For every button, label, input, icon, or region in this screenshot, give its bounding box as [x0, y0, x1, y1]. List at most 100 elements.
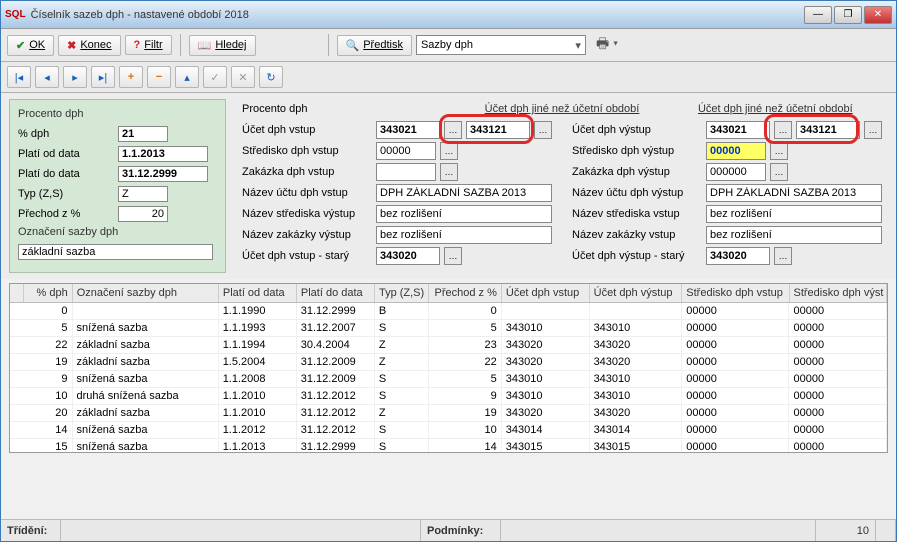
cross-icon: ✖: [67, 39, 76, 52]
lookup-icon[interactable]: …: [864, 121, 882, 139]
grid-cell: 343020: [590, 354, 683, 370]
grid-cell: snížená sazba: [73, 371, 219, 387]
nav-first-button[interactable]: |◂: [7, 66, 31, 88]
grid-cell: 343020: [502, 405, 590, 421]
grid-header-cell[interactable]: Účet dph vstup: [502, 284, 590, 302]
table-row[interactable]: 14snížená sazba1.1.201231.12.2012S103430…: [10, 422, 887, 439]
row-marker: [10, 371, 24, 387]
predtisk-button[interactable]: 🔍Předtisk: [337, 35, 412, 56]
book-icon: 📖: [198, 39, 212, 52]
title-area: SQL Číselník sazeb dph - nastavené obdob…: [5, 9, 249, 21]
typ-input[interactable]: [118, 186, 168, 202]
status-trideni-label: Třídění:: [1, 520, 61, 541]
grid-header-cell[interactable]: Středisko dph vstup: [682, 284, 789, 302]
table-row[interactable]: 01.1.199031.12.2999B00000000000: [10, 303, 887, 320]
status-podminky-label: Podmínky:: [421, 520, 501, 541]
lookup-icon[interactable]: …: [440, 142, 458, 160]
grid-header-cell[interactable]: Platí do data: [297, 284, 375, 302]
nav-add-button[interactable]: +: [119, 66, 143, 88]
grid-cell: 00000: [789, 405, 887, 421]
grid-body[interactable]: 01.1.199031.12.2999B000000000005snížená …: [10, 303, 887, 452]
prechod-input[interactable]: [118, 206, 168, 222]
table-row[interactable]: 19základní sazba1.5.200431.12.2009Z22343…: [10, 354, 887, 371]
report-combo[interactable]: Sazby dph ▾: [416, 35, 586, 55]
close-button[interactable]: ✕: [864, 6, 892, 24]
lbl-ucet-vystup: Účet dph výstup: [572, 124, 702, 136]
grid-cell: 31.12.2012: [297, 422, 375, 438]
nazev-zakazky-vystup[interactable]: [376, 226, 552, 244]
ucet-vystup-a[interactable]: [706, 121, 770, 139]
lookup-icon[interactable]: …: [774, 247, 792, 265]
print-icon[interactable]: 🖶 ▾: [596, 33, 618, 57]
nav-cancel-button[interactable]: ✕: [231, 66, 255, 88]
nav-refresh-button[interactable]: ↻: [259, 66, 283, 88]
zakazka-vstup[interactable]: [376, 163, 436, 181]
table-row[interactable]: 15snížená sazba1.1.201331.12.2999S143430…: [10, 439, 887, 452]
ucet-vstup-a[interactable]: [376, 121, 440, 139]
lbl-nazev-strediska-vystup: Název střediska vstup: [572, 208, 702, 220]
nazev-uctu-vystup[interactable]: [706, 184, 882, 202]
ucet-vstup-stary[interactable]: [376, 247, 440, 265]
konec-button[interactable]: ✖Konec: [58, 35, 120, 56]
pct-input[interactable]: [118, 126, 168, 142]
nav-edit-button[interactable]: ▴: [175, 66, 199, 88]
grid-header-cell[interactable]: Platí od data: [219, 284, 297, 302]
combo-value: Sazby dph: [421, 39, 473, 51]
maximize-button[interactable]: ❐: [834, 6, 862, 24]
grid-header-cell[interactable]: Typ (Z,S): [375, 284, 429, 302]
grid-header-cell[interactable]: Přechod z %: [429, 284, 502, 302]
nazev-strediska-vstup[interactable]: [376, 205, 552, 223]
table-row[interactable]: 9snížená sazba1.1.200831.12.2009S5343010…: [10, 371, 887, 388]
lookup-icon[interactable]: …: [770, 163, 788, 181]
nazev-strediska-vystup[interactable]: [706, 205, 882, 223]
hledej-button[interactable]: 📖Hledej: [189, 35, 256, 56]
grid-header-cell[interactable]: % dph: [24, 284, 73, 302]
table-row[interactable]: 22základní sazba1.1.199430.4.2004Z233430…: [10, 337, 887, 354]
ok-button[interactable]: ✔OK: [7, 35, 54, 56]
nav-post-button[interactable]: ✓: [203, 66, 227, 88]
filtr-button[interactable]: ?Filtr: [125, 35, 172, 55]
nav-delete-button[interactable]: −: [147, 66, 171, 88]
grid-cell: 14: [24, 422, 73, 438]
check-icon: ✔: [16, 39, 25, 52]
nav-last-button[interactable]: ▸|: [91, 66, 115, 88]
lbl-nazev-zakazky-vystup: Název zakázky vstup: [572, 229, 702, 241]
stredisko-vstup[interactable]: [376, 142, 436, 160]
minimize-button[interactable]: —: [804, 6, 832, 24]
lookup-icon[interactable]: …: [770, 142, 788, 160]
table-row[interactable]: 5snížená sazba1.1.199331.12.2007S5343010…: [10, 320, 887, 337]
row-marker: [10, 422, 24, 438]
lookup-icon[interactable]: …: [444, 121, 462, 139]
lookup-icon[interactable]: …: [774, 121, 792, 139]
table-row[interactable]: 20základní sazba1.1.201031.12.2012Z19343…: [10, 405, 887, 422]
grid-header-cell[interactable]: Označení sazby dph: [73, 284, 219, 302]
nav-next-button[interactable]: ▸: [63, 66, 87, 88]
od-input[interactable]: [118, 146, 208, 162]
grid-cell: 31.12.2012: [297, 405, 375, 421]
grid-header-cell[interactable]: Středisko dph výst: [790, 284, 888, 302]
do-input[interactable]: [118, 166, 208, 182]
grid-cell: 9: [24, 371, 73, 387]
ucet-vystup-b[interactable]: [796, 121, 860, 139]
grid-cell: 00000: [682, 439, 789, 452]
lookup-icon[interactable]: …: [444, 247, 462, 265]
lookup-icon[interactable]: …: [440, 163, 458, 181]
status-trideni-value: [61, 520, 421, 541]
table-row[interactable]: 10druhá snížená sazba1.1.201031.12.2012S…: [10, 388, 887, 405]
grid-cell: 343014: [502, 422, 590, 438]
grid-header-cell[interactable]: Účet dph výstup: [590, 284, 683, 302]
grid-cell: 31.12.2009: [297, 354, 375, 370]
grid-cell: 00000: [789, 354, 887, 370]
zakazka-vystup[interactable]: [706, 163, 766, 181]
nazev-zakazky-vstup[interactable]: [706, 226, 882, 244]
ozn-input[interactable]: [18, 244, 213, 260]
grid-cell: 10: [24, 388, 73, 404]
nazev-uctu-vstup[interactable]: [376, 184, 552, 202]
pct-label: % dph: [18, 128, 118, 140]
nav-prev-button[interactable]: ◂: [35, 66, 59, 88]
stredisko-vystup[interactable]: [706, 142, 766, 160]
record-navbar: |◂ ◂ ▸ ▸| + − ▴ ✓ ✕ ↻: [1, 62, 896, 93]
ucet-vystup-stary[interactable]: [706, 247, 770, 265]
lookup-icon[interactable]: …: [534, 121, 552, 139]
ucet-vstup-b[interactable]: [466, 121, 530, 139]
